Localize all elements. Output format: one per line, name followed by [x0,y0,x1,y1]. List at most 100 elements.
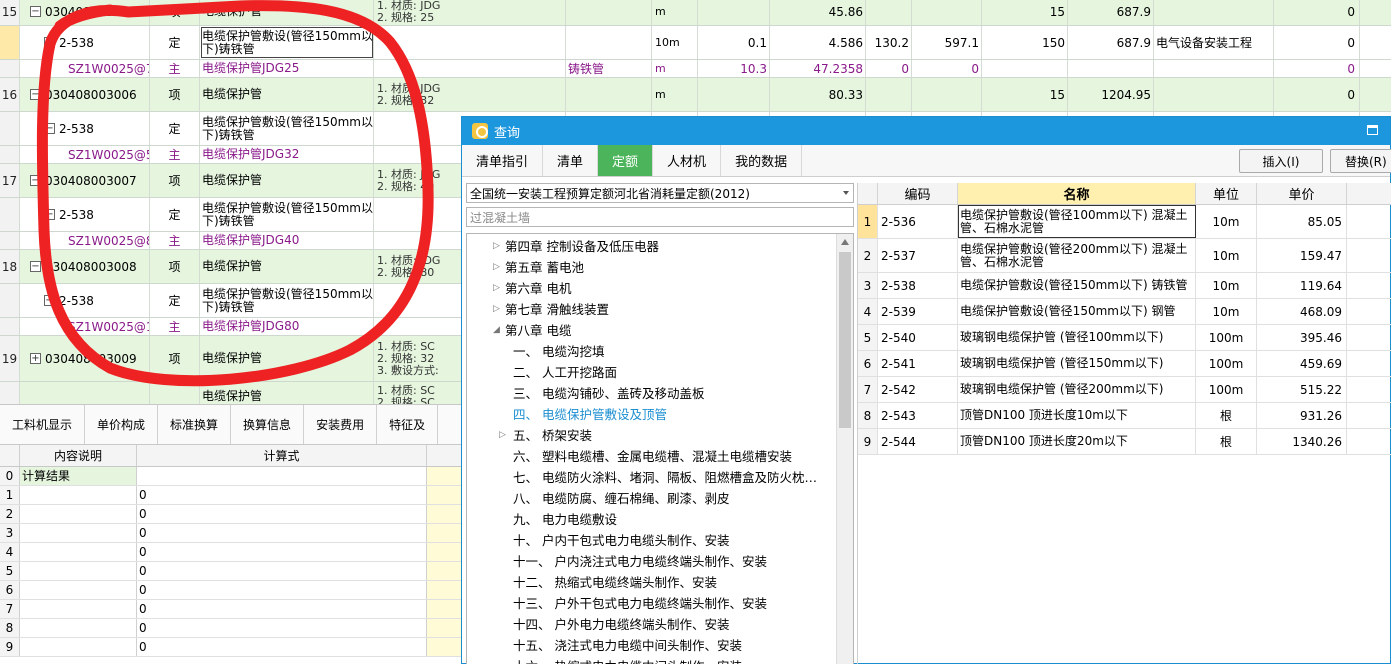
tree-node[interactable]: 三、 电缆沟铺砂、盖砖及移动盖板 [467,382,853,403]
dialog-titlebar[interactable]: 查询 [462,117,1390,145]
row-code[interactable]: SZ1W0025@1 [20,318,150,335]
bill-row[interactable]: 16−030408003006 项电缆保护管 1. 材质: JDG 2. 规格: 3… [0,78,1391,112]
detail-row-desc[interactable] [20,486,137,504]
collapse-icon[interactable]: − [30,175,41,186]
row-number[interactable]: 18 [0,250,20,283]
detail-row-formula[interactable]: 0 [137,600,427,618]
detail-row-extra[interactable] [427,600,461,618]
row-feature[interactable] [374,60,566,77]
quota-row-price[interactable]: 515.22 [1257,377,1347,402]
row-amount[interactable]: 1204.95 [1068,78,1154,111]
tree-node[interactable]: 十四、 户外电力电缆终端头制作、安装 [467,613,853,634]
row-quantity[interactable]: 47.2358 [770,60,866,77]
detail-row[interactable]: 70 [0,600,461,619]
quota-row-unit[interactable]: 10m [1196,239,1257,272]
tree-node[interactable]: ▷ 第七章 滑触线装置 [467,298,853,319]
row-unit-price[interactable]: 130.2 [866,26,912,59]
quota-row-code[interactable]: 2-541 [878,351,958,376]
row-amount[interactable]: 687.9 [1068,26,1154,59]
tree-node[interactable]: 十一、 户内浇注式电力电缆终端头制作、安装 [467,550,853,571]
row-type[interactable]: 定 [150,26,200,59]
quota-row-unit[interactable]: 100m [1196,325,1257,350]
row-feature[interactable] [374,26,566,59]
tree-node[interactable]: 十三、 户外干包式电力电缆终端头制作、安装 [467,592,853,613]
row-number[interactable] [0,60,20,77]
detail-row-extra[interactable] [427,638,461,656]
quota-row-code[interactable]: 2-538 [878,273,958,298]
expand-arrow-icon[interactable]: ▷ [499,430,511,440]
row-code[interactable]: −030408003008 [20,250,150,283]
detail-row-desc[interactable] [20,638,137,656]
dialog-tab[interactable]: 人材机 [653,145,722,176]
row-name[interactable]: 电缆保护管敷设(管径150mm以下)铸铁管 [200,198,374,231]
row-code[interactable]: −030408003007 [20,164,150,197]
row-type[interactable]: 主 [150,232,200,249]
row-code[interactable]: −2-538 [20,112,150,145]
quota-row-price[interactable]: 459.69 [1257,351,1347,376]
bill-row[interactable]: SZ1W0025@7 主 电缆保护管JDG25 铸铁管 m 10.3 47.2358 0 0 0 [0,60,1391,78]
row-number[interactable]: 17 [0,164,20,197]
row-total-price[interactable]: 597.1 [912,26,982,59]
row-spec[interactable]: 铸铁管 [566,60,652,77]
quota-row-unit[interactable]: 根 [1196,403,1257,428]
detail-row-desc[interactable] [20,543,137,561]
row-name[interactable]: 电缆保护管 [200,0,374,25]
tree-node[interactable]: 八、 电缆防腐、缠石棉绳、刷漆、剥皮 [467,487,853,508]
row-profession[interactable] [1154,60,1274,77]
row-rate[interactable]: 15 [982,78,1068,111]
detail-tab[interactable]: 标准换算 [158,405,232,444]
detail-row-extra[interactable] [427,486,461,504]
quota-row-code[interactable]: 2-539 [878,299,958,324]
row-profession[interactable] [1154,78,1274,111]
row-name[interactable]: 电缆保护管敷设(管径150mm以下)铸铁管 [200,112,374,145]
detail-row-desc[interactable] [20,619,137,637]
tree-node[interactable]: ▷ 五、 桥架安装 [467,424,853,445]
row-number[interactable] [0,112,20,145]
replace-button[interactable]: 替换(R) [1330,149,1391,173]
detail-row[interactable]: 30 [0,524,461,543]
detail-tab[interactable]: 单价构成 [85,405,159,444]
tree-node[interactable]: 六、 塑料电缆槽、金属电缆槽、混凝土电缆槽安装 [467,445,853,466]
collapse-icon[interactable]: − [44,123,55,134]
dialog-tab[interactable]: 清单 [543,145,599,176]
row-unit[interactable]: m [652,78,698,111]
quota-library-select[interactable]: 全国统一安装工程预算定额河北省消耗量定额(2012) [466,183,854,203]
row-content[interactable] [698,78,770,111]
detail-row-desc[interactable] [20,562,137,580]
row-number[interactable]: 16 [0,78,20,111]
row-profession[interactable]: 电气设备安装工程 [1154,26,1274,59]
row-name[interactable]: 电缆保护管 [200,250,374,283]
detail-row-formula[interactable]: 0 [137,524,427,542]
row-code[interactable]: −2-538 [20,284,150,317]
row-name[interactable]: 电缆保护管 [200,336,374,381]
quota-row-unit[interactable]: 100m [1196,377,1257,402]
expand-arrow-icon[interactable]: ▷ [493,304,505,314]
quota-row[interactable]: 7 2-542 玻璃钢电缆保护管 (管径200mm以下) 100m 515.22 [858,377,1391,403]
header-code[interactable]: 编码 [878,183,958,204]
quota-row-unit[interactable]: 100m [1196,351,1257,376]
quota-row-unit[interactable]: 10m [1196,205,1257,238]
row-code[interactable]: SZ1W0025@8 [20,232,150,249]
dialog-tab[interactable]: 清单指引 [462,145,544,176]
row-number[interactable]: 19 [0,336,20,381]
row-spec[interactable] [566,0,652,25]
quota-row-price[interactable]: 85.05 [1257,205,1347,238]
row-total-price[interactable] [912,78,982,111]
row-number[interactable] [0,382,20,404]
row-spec[interactable] [566,26,652,59]
detail-tab[interactable]: 工料机显示 [0,405,86,444]
row-name[interactable]: 电缆保护管JDG32 [200,146,374,163]
row-type[interactable]: 项 [150,164,200,197]
row-total-price[interactable] [912,0,982,25]
quota-row[interactable]: 9 2-544 顶管DN100 顶进长度20m以下根 1340.26 [858,429,1391,455]
tree-node[interactable]: 十、 户内干包式电力电缆头制作、安装 [467,529,853,550]
collapse-icon[interactable]: − [30,6,41,17]
row-extra[interactable]: 0 [1274,26,1360,59]
row-feature[interactable]: 1. 材质: JDG 2. 规格: 32 [374,78,566,111]
detail-tab[interactable]: 特征及 [377,405,439,444]
quota-row-code[interactable]: 2-542 [878,377,958,402]
row-spec[interactable] [566,78,652,111]
row-code[interactable]: −2-538 [20,26,150,59]
search-input[interactable]: 过混凝土墙 [466,207,854,227]
quota-row[interactable]: 4 2-539 电缆保护管敷设(管径150mm以下) 钢管 10m 468.09 [858,299,1391,325]
